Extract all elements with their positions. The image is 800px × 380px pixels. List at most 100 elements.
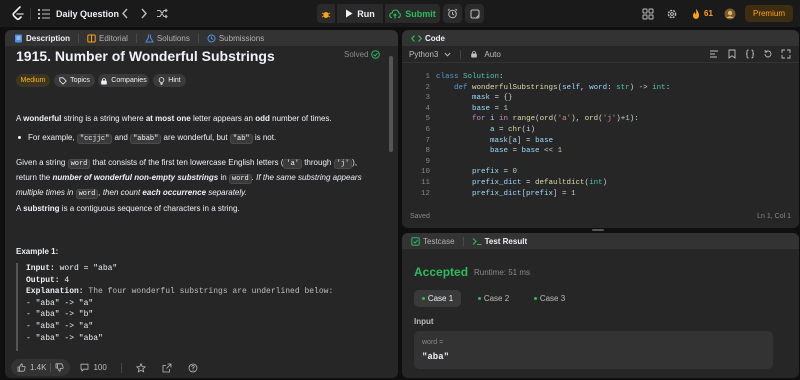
code-line[interactable]: prefix = 0 <box>436 167 517 178</box>
share-icon[interactable] <box>162 363 172 373</box>
paragraph-task: Given a string word that consists of the… <box>16 158 362 199</box>
tab-submissions[interactable]: Submissions <box>207 34 264 43</box>
code-line[interactable]: a = chr(i) <box>436 125 535 136</box>
line-number: 11 <box>420 179 430 187</box>
chevron-left-icon[interactable] <box>119 7 131 20</box>
case-tab-1[interactable]: Case 1 <box>414 290 461 307</box>
code-line[interactable]: prefix_dict = defaultdict(int) <box>436 178 607 189</box>
code-panel: Code Python3 Auto 1 class Solution: 2 def … <box>402 30 799 228</box>
hint-tag[interactable]: Hint <box>153 74 186 87</box>
gear-icon[interactable] <box>666 8 678 20</box>
format-icon[interactable] <box>709 49 719 59</box>
submit-button[interactable]: Submit <box>385 4 440 23</box>
like-button[interactable]: 1.4K <box>11 359 71 376</box>
solved-status: Solved <box>344 50 381 59</box>
line-number: 8 <box>425 147 430 156</box>
tab-test-result[interactable]: Test Result <box>472 237 527 246</box>
line-number: 3 <box>425 94 430 103</box>
runtime-label: Runtime: 51 ms <box>474 268 531 277</box>
notes-button[interactable] <box>465 4 484 23</box>
divider <box>120 362 122 373</box>
topics-tag[interactable]: Topics <box>54 74 95 87</box>
thumbs-up-icon <box>17 363 26 372</box>
hint-label: Hint <box>168 77 181 84</box>
example-block: Input: word = "aba" Output: 4 Explanatio… <box>16 263 380 351</box>
tab-solutions-label: Solutions <box>156 33 190 43</box>
code-editor[interactable]: 1 class Solution: 2 def wonderfulSubstring… <box>402 66 799 200</box>
example-input: Input: word = "aba" <box>26 264 118 273</box>
line-number: 2 <box>425 83 430 92</box>
solved-label: Solved <box>344 50 369 59</box>
submit-label: Submit <box>405 8 436 19</box>
code-line[interactable]: mask = {} <box>436 93 513 104</box>
daily-question-label[interactable]: Daily Question <box>56 9 119 19</box>
run-button[interactable]: Run <box>337 4 383 23</box>
example-line: - "aba" -> "a" <box>26 321 94 331</box>
braces-icon[interactable] <box>745 49 755 59</box>
thumbs-down-icon[interactable] <box>55 363 65 372</box>
description-tabs: Description Editorial Solutions Submissi… <box>5 30 398 46</box>
debug-button[interactable] <box>317 4 335 23</box>
tab-testcase[interactable]: Testcase <box>411 237 455 246</box>
code-brackets-icon <box>411 34 422 42</box>
tab-editorial[interactable]: Editorial <box>87 34 128 43</box>
code-line[interactable]: def wonderfulSubstrings(self, word: str)… <box>436 83 670 94</box>
premium-button[interactable]: Premium <box>745 5 793 22</box>
streak-fire-icon[interactable] <box>690 8 702 20</box>
reset-icon[interactable] <box>763 49 773 59</box>
flask-icon <box>145 34 154 42</box>
code-line[interactable]: class Solution: <box>436 72 504 83</box>
case-tab-2[interactable]: Case 2 <box>470 290 517 307</box>
auto-label[interactable]: Auto <box>484 50 500 59</box>
code-line[interactable]: base = 1 <box>436 104 508 115</box>
streak-count[interactable]: 61 <box>704 9 713 18</box>
code-line[interactable]: mask[a] = base <box>436 136 553 147</box>
lock-icon <box>471 50 478 58</box>
code-line[interactable]: for i in range(ord('a'), ord('j')+1): <box>436 114 639 125</box>
description-footer: 1.4K 100 <box>0 355 398 380</box>
comments-button[interactable]: 100 <box>74 363 112 372</box>
input-var-value: "aba" <box>422 352 450 362</box>
description-scrollbar[interactable] <box>389 56 393 152</box>
top-bar: Daily Question Run Submit 61 Premium <box>0 0 800 27</box>
bookmark-icon[interactable] <box>727 49 737 59</box>
case-tab-3[interactable]: Case 3 <box>526 290 573 307</box>
tab-description-label: Description <box>26 33 71 43</box>
lock-icon <box>101 77 108 84</box>
companies-tag[interactable]: Companies <box>98 74 149 87</box>
history-icon <box>207 34 216 42</box>
difficulty-badge[interactable]: Medium <box>16 74 50 87</box>
shuffle-icon[interactable] <box>156 7 168 20</box>
list-icon[interactable] <box>38 8 50 19</box>
terminal-icon <box>472 237 482 245</box>
language-select[interactable]: Python3 <box>409 50 438 59</box>
line-number: 7 <box>425 136 430 145</box>
grid-apps-icon[interactable] <box>642 8 654 20</box>
fullscreen-icon[interactable] <box>781 49 791 59</box>
note-icon <box>470 9 479 18</box>
code-line[interactable]: base = base << 1 <box>436 146 562 157</box>
panel-resize-handle[interactable] <box>592 229 604 231</box>
chevron-down-icon[interactable] <box>444 52 451 57</box>
tag-icon <box>59 76 67 85</box>
divider <box>135 33 137 43</box>
timer-button[interactable] <box>443 4 462 23</box>
leetcode-logo-icon[interactable] <box>11 6 25 21</box>
line-number: 9 <box>425 157 430 166</box>
tab-code[interactable]: Code <box>411 34 445 43</box>
tab-solutions[interactable]: Solutions <box>145 34 190 43</box>
alarm-clock-icon <box>447 8 458 19</box>
run-submit-group: Run Submit <box>317 4 440 23</box>
help-icon[interactable] <box>188 363 198 373</box>
like-count: 1.4K <box>30 363 47 372</box>
example-explanation: Explanation: The four wonderful substrin… <box>26 287 334 297</box>
companies-label: Companies <box>111 77 147 84</box>
code-line[interactable]: prefix_dict[prefix] = 1 <box>436 189 576 200</box>
problem-title[interactable]: 1915. Number of Wonderful Substrings <box>16 48 275 64</box>
chevron-right-icon[interactable] <box>138 7 150 20</box>
pass-dot <box>421 297 425 300</box>
avatar[interactable] <box>724 8 736 20</box>
star-icon[interactable] <box>135 362 146 373</box>
tab-description[interactable]: Description <box>14 34 70 43</box>
save-status: Saved <box>410 213 430 220</box>
